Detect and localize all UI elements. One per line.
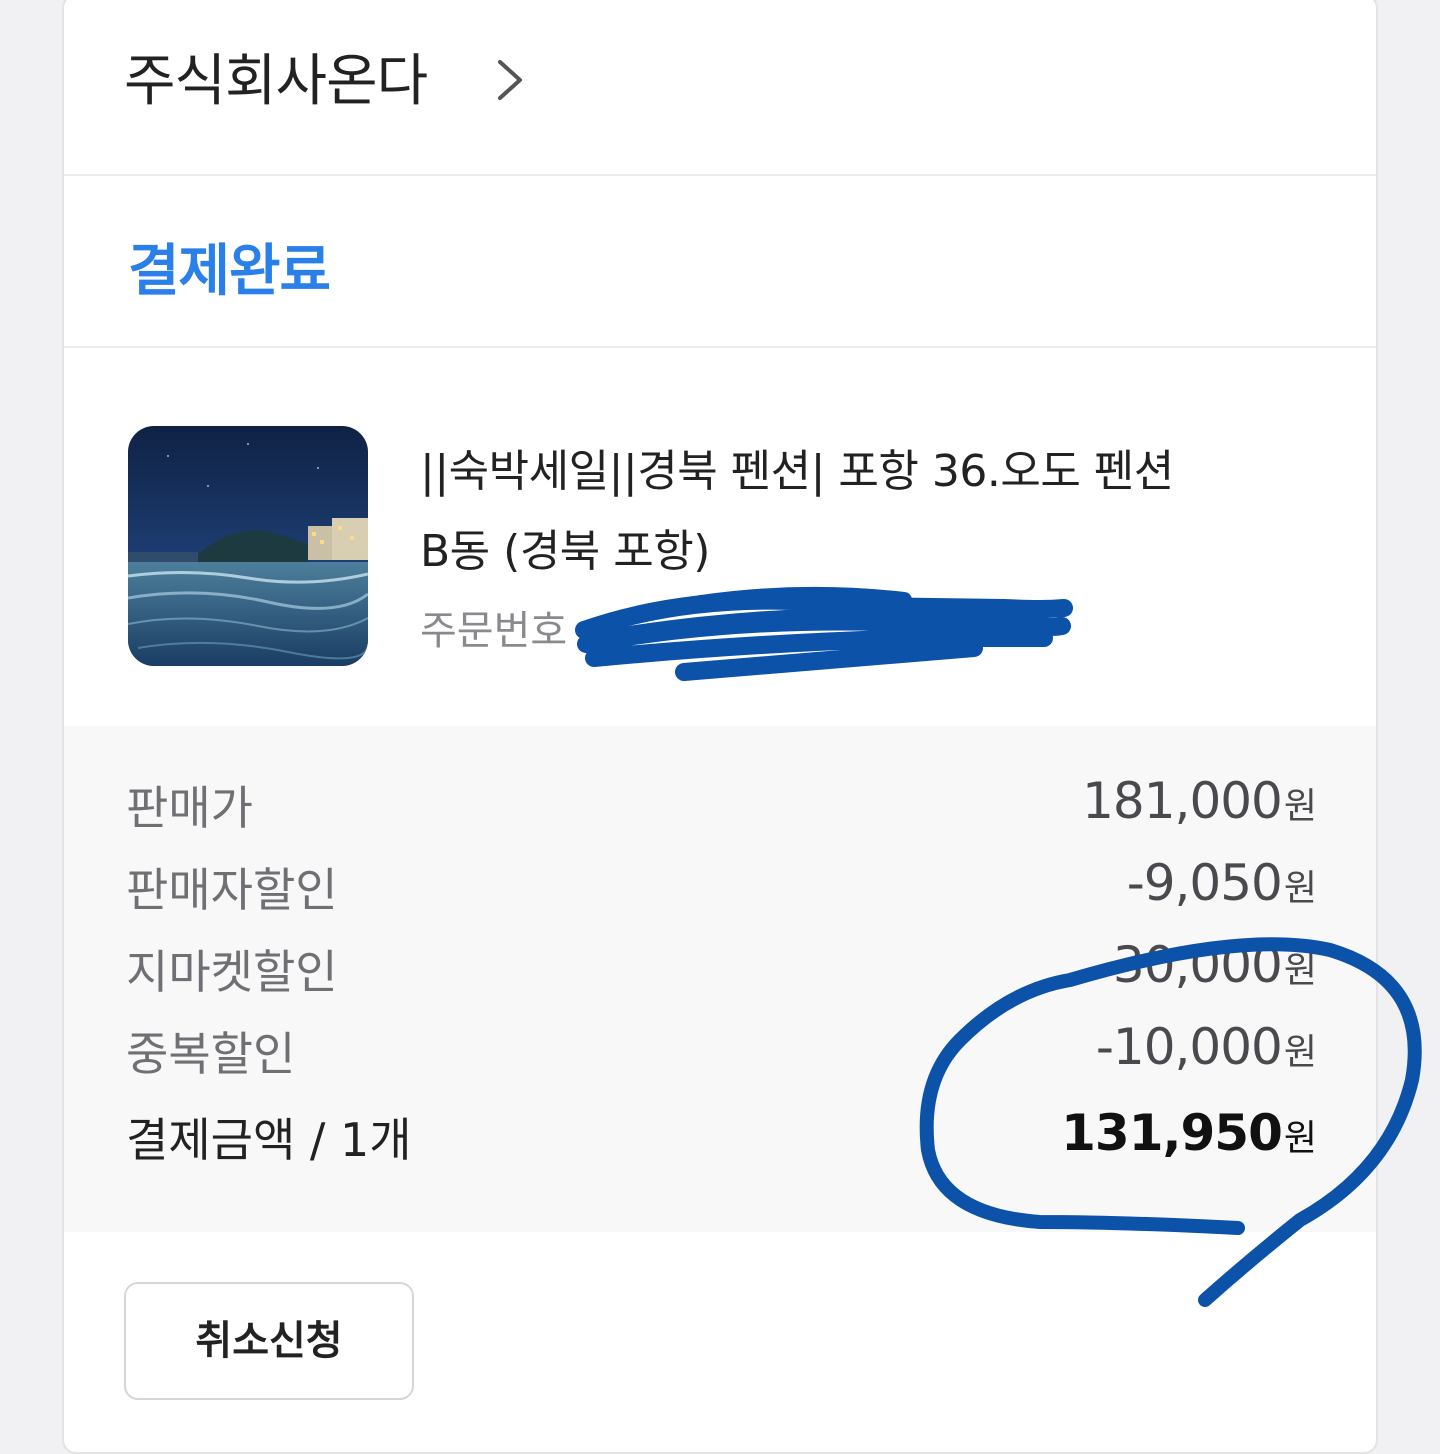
order-status: 결제완료 <box>128 239 331 304</box>
product-row[interactable]: ||숙박세일||경북 펜션| 포항 36.오도 펜션 B동 (경북 포항) 주문… <box>64 348 1376 726</box>
redaction-scribble <box>575 586 1073 681</box>
price-value: -10,000원 <box>1095 1018 1317 1076</box>
price-row-seller-discount: 판매자할인 -9,050원 <box>126 854 1317 934</box>
price-row-total: 결제금액 / 1개 131,950원 <box>126 1104 1317 1184</box>
order-number-label: 주문번호 <box>420 608 568 654</box>
price-label: 지마켓할인 <box>126 945 338 999</box>
price-value: -9,050원 <box>1126 854 1317 912</box>
price-row-sale: 판매가 181,000원 <box>126 772 1317 852</box>
seller-row[interactable]: 주식회사온다 <box>64 0 1376 176</box>
price-row-duplicate-discount: 중복할인 -10,000원 <box>126 1018 1317 1098</box>
price-row-gmarket-discount: 지마켓할인 -30,000원 <box>126 936 1317 1016</box>
price-summary: 판매가 181,000원 판매자할인 -9,050원 지마켓할인 -30,000… <box>64 726 1376 1232</box>
price-value: 181,000원 <box>1082 772 1317 830</box>
seller-name[interactable]: 주식회사온다 <box>124 36 428 117</box>
chevron-right-icon[interactable] <box>488 56 536 104</box>
total-label: 결제금액 / 1개 <box>126 1113 412 1167</box>
total-value: 131,950원 <box>1061 1104 1317 1162</box>
price-label: 판매가 <box>126 781 253 835</box>
cancel-request-button[interactable]: 취소신청 <box>124 1282 414 1400</box>
price-value: -30,000원 <box>1095 936 1317 994</box>
order-card: 주식회사온다 결제완료 ||숙박세일||경북 펜션| 포항 36.오도 펜션 B… <box>62 0 1378 1454</box>
product-title[interactable]: ||숙박세일||경북 펜션| 포항 36.오도 펜션 B동 (경북 포항) <box>420 432 1180 592</box>
order-status-row: 결제완료 <box>64 174 1376 348</box>
product-thumbnail[interactable] <box>128 426 368 666</box>
price-label: 판매자할인 <box>126 863 338 917</box>
price-label: 중복할인 <box>126 1027 296 1081</box>
